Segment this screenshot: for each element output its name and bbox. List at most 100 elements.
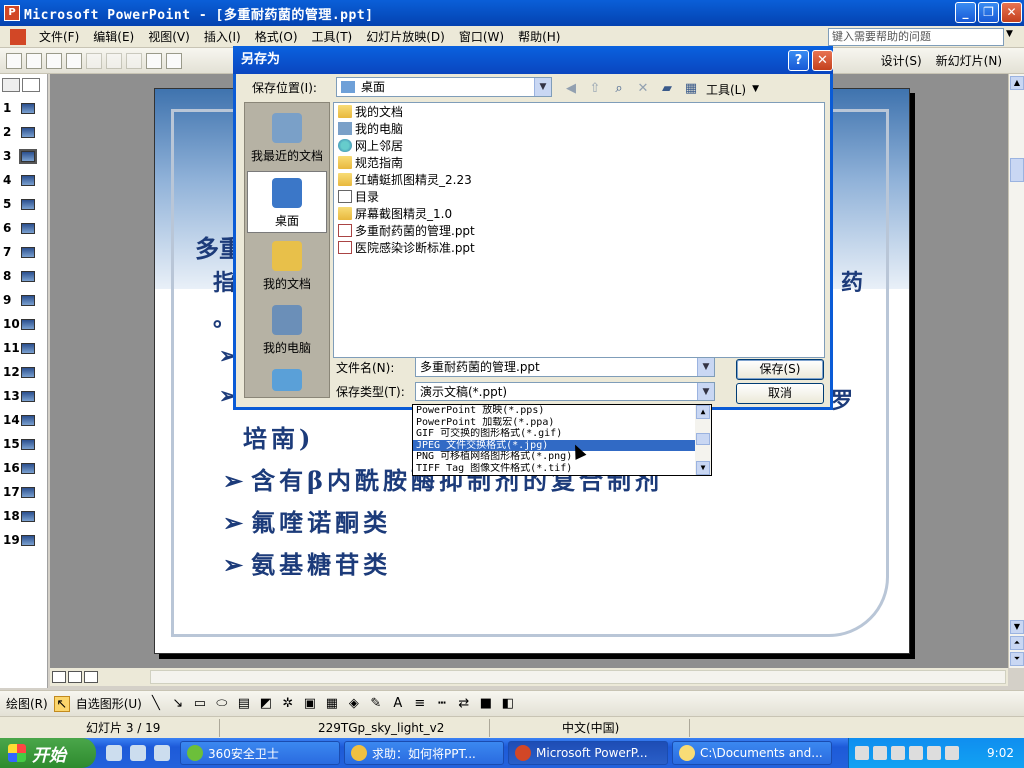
- menu-slideshow[interactable]: 幻灯片放映(D): [359, 27, 452, 47]
- arrow-style-icon[interactable]: ⇄: [456, 696, 472, 712]
- taskbar-button[interactable]: C:\Documents and...: [672, 741, 832, 765]
- slide-thumbnail[interactable]: 5: [0, 192, 47, 216]
- taskbar-button[interactable]: Microsoft PowerP...: [508, 741, 668, 765]
- copy-icon[interactable]: [86, 52, 102, 69]
- filetype-option[interactable]: PNG 可移植网络图形格式(*.png): [413, 451, 696, 463]
- draw-menu-button[interactable]: 绘图(R): [6, 695, 48, 712]
- rectangle-icon[interactable]: ▭: [192, 696, 208, 712]
- undo-icon[interactable]: [126, 52, 142, 69]
- place-recent-documents[interactable]: 我最近的文档: [247, 107, 327, 169]
- slide-thumbnail-image[interactable]: [21, 462, 35, 474]
- slide-thumbnail-image[interactable]: [21, 438, 35, 450]
- slide-thumbnail-image[interactable]: [21, 534, 35, 546]
- slide-thumbnail[interactable]: 18: [0, 504, 47, 528]
- table-icon[interactable]: [166, 52, 182, 69]
- menu-file[interactable]: 文件(F): [32, 27, 86, 47]
- menu-help[interactable]: 帮助(H): [511, 27, 567, 47]
- slide-thumbnail-image[interactable]: [21, 198, 35, 210]
- filetype-select[interactable]: 演示文稿(*.ppt) ▼: [415, 382, 715, 401]
- filetype-option[interactable]: PowerPoint 加载宏(*.ppa): [413, 417, 696, 429]
- slide-thumbnail-image[interactable]: [21, 294, 35, 306]
- back-icon[interactable]: ◀: [562, 80, 580, 98]
- dash-style-icon[interactable]: ┅: [434, 696, 450, 712]
- slide-text-line2[interactable]: 指: [213, 265, 235, 297]
- slide-thumbnail[interactable]: 7: [0, 240, 47, 264]
- scroll-down-icon[interactable]: ▼: [1010, 620, 1024, 634]
- slide-thumbnail-image[interactable]: [21, 366, 35, 378]
- place-network[interactable]: [247, 365, 327, 395]
- slide-thumbnail[interactable]: 9: [0, 288, 47, 312]
- design-button[interactable]: 设计(S): [881, 51, 922, 71]
- file-list-item[interactable]: 红蜻蜓抓图精灵_2.23: [334, 171, 824, 188]
- slide-thumbnail[interactable]: 15: [0, 432, 47, 456]
- filetype-dropdown-list[interactable]: PowerPoint 放映(*.pps) PowerPoint 加载宏(*.ppa…: [412, 404, 712, 476]
- file-list-item[interactable]: 网上邻居: [334, 137, 824, 154]
- save-in-select[interactable]: 桌面 ▼: [336, 77, 552, 97]
- oval-icon[interactable]: ⬭: [214, 696, 230, 712]
- paste-icon[interactable]: [106, 52, 122, 69]
- line-color-icon[interactable]: ✎: [368, 696, 384, 712]
- browser-icon[interactable]: [154, 745, 170, 761]
- document-icon[interactable]: [10, 28, 26, 45]
- line-style-icon[interactable]: ≡: [412, 696, 428, 712]
- slide-thumbnail[interactable]: 3: [0, 144, 47, 168]
- vertical-scrollbar[interactable]: ▲ ▼ ⏶ ⏷: [1008, 74, 1024, 668]
- scroll-thumb[interactable]: [1010, 158, 1024, 182]
- menu-window[interactable]: 窗口(W): [452, 27, 511, 47]
- bullet-aminoglycosides[interactable]: ➢ 氨基糖苷类: [223, 545, 391, 580]
- tray-icon[interactable]: [945, 746, 959, 760]
- file-list-item[interactable]: 我的文档: [334, 103, 824, 120]
- fill-color-icon[interactable]: ◈: [346, 696, 362, 712]
- title-bar[interactable]: P Microsoft PowerPoint - [多重耐药菌的管理.ppt] …: [0, 0, 1024, 26]
- place-my-documents[interactable]: 我的文档: [247, 235, 327, 297]
- file-list[interactable]: 我的文档 我的电脑 网上邻居 规范指南 红蜻蜓抓图精灵_2.23 目录 屏幕截图精灵_1.0…: [333, 102, 825, 358]
- file-list-item[interactable]: 规范指南: [334, 154, 824, 171]
- next-slide-icon[interactable]: ⏷: [1010, 652, 1024, 666]
- tray-icon[interactable]: [855, 746, 869, 760]
- filetype-option[interactable]: JPEG 文件交换格式(*.jpg): [413, 439, 696, 452]
- close-window-button[interactable]: ✕: [1001, 2, 1022, 23]
- tray-icon[interactable]: [891, 746, 905, 760]
- slide-thumbnail[interactable]: 2: [0, 120, 47, 144]
- horizontal-scrollbar[interactable]: [150, 670, 1006, 684]
- slide-thumbnail-image[interactable]: [21, 342, 35, 354]
- dialog-title[interactable]: 另存为 ? ✕: [233, 46, 833, 74]
- slideshow-view-icon[interactable]: [84, 671, 98, 683]
- slide-thumbnail[interactable]: 13: [0, 384, 47, 408]
- restore-button[interactable]: ❐: [978, 2, 999, 23]
- slide-thumbnail-image[interactable]: [21, 510, 35, 522]
- save-icon[interactable]: [46, 52, 62, 69]
- slide-text-partial[interactable]: 罗: [831, 383, 853, 415]
- help-button[interactable]: ?: [788, 50, 809, 71]
- slide-thumbnail-image[interactable]: [21, 174, 35, 186]
- slide-text-paren[interactable]: 培南): [243, 419, 314, 454]
- place-desktop[interactable]: 桌面: [247, 171, 327, 233]
- shadow-icon[interactable]: ■: [478, 696, 494, 712]
- textbox-icon[interactable]: ▤: [236, 696, 252, 712]
- menu-format[interactable]: 格式(O): [248, 27, 305, 47]
- slide-thumbnail[interactable]: 14: [0, 408, 47, 432]
- slide-thumbnail[interactable]: 17: [0, 480, 47, 504]
- slide-thumbnail[interactable]: 10: [0, 312, 47, 336]
- taskbar-button[interactable]: 求助：如何将PPT...: [344, 741, 504, 765]
- autoshapes-button[interactable]: 自选图形(U): [76, 695, 142, 712]
- new-slide-button[interactable]: 新幻灯片(N): [936, 51, 1002, 71]
- bullet-fluoroquinolones[interactable]: ➢ 氟喹诺酮类: [223, 503, 391, 538]
- slide-thumbnail-image[interactable]: [21, 126, 35, 138]
- help-search-input[interactable]: 键入需要帮助的问题: [828, 28, 1004, 46]
- slide-sorter-view-icon[interactable]: [68, 671, 82, 683]
- filename-input[interactable]: 多重耐药菌的管理.ppt ▼: [415, 357, 715, 377]
- chevron-down-icon[interactable]: ▼: [534, 78, 551, 96]
- slide-thumbnail[interactable]: 12: [0, 360, 47, 384]
- search-web-icon[interactable]: ⌕: [610, 80, 628, 98]
- menu-view[interactable]: 视图(V): [141, 27, 197, 47]
- clipart-icon[interactable]: ▣: [302, 696, 318, 712]
- tray-icon[interactable]: [909, 746, 923, 760]
- filetype-option[interactable]: GIF 可交换的图形格式(*.gif): [413, 428, 696, 440]
- save-button[interactable]: 保存(S): [736, 359, 824, 380]
- slide-thumbnail-image[interactable]: [21, 270, 35, 282]
- line-icon[interactable]: ╲: [148, 696, 164, 712]
- slide-thumbnail-image[interactable]: [21, 318, 35, 330]
- menu-tools[interactable]: 工具(T): [305, 27, 360, 47]
- delete-icon[interactable]: ✕: [634, 80, 652, 98]
